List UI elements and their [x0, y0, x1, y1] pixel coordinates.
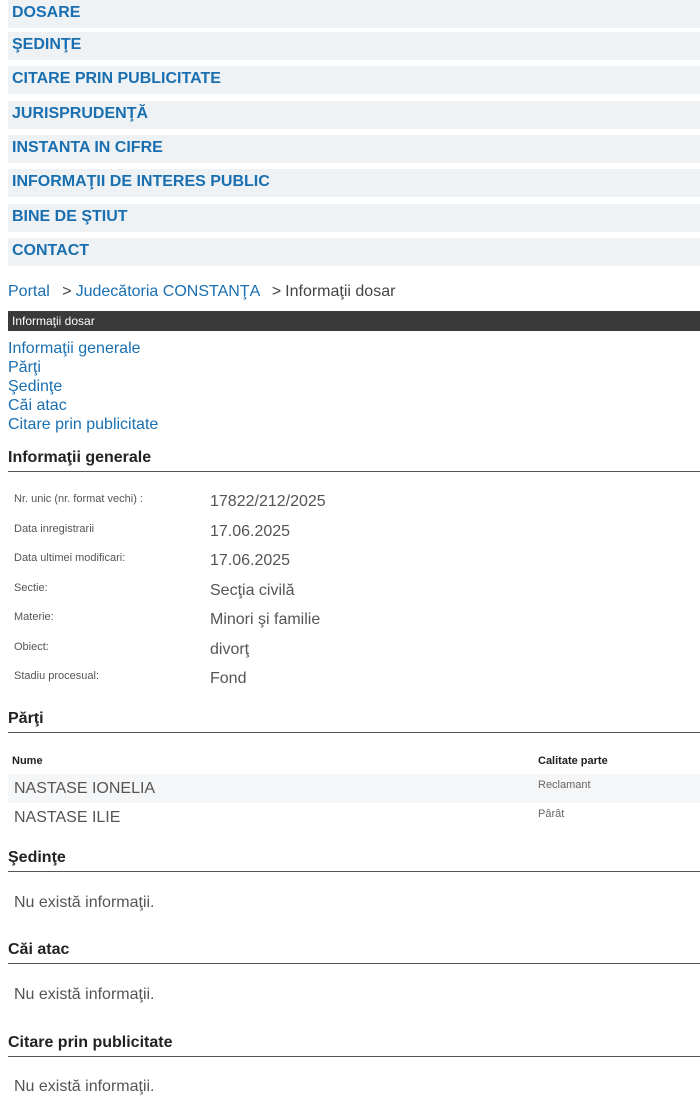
toc-link-cai-atac[interactable]: Căi atac	[8, 396, 158, 415]
nav-link[interactable]: BINE DE ŞTIUT	[12, 208, 128, 226]
breadcrumb-court-link[interactable]: Judecătoria CONSTANŢA	[76, 283, 260, 300]
nav-link[interactable]: CONTACT	[12, 242, 89, 260]
nav-link[interactable]: INFORMAŢII DE INTERES PUBLIC	[12, 173, 270, 191]
nav-link[interactable]: CITARE PRIN PUBLICITATE	[12, 70, 221, 88]
field-label-nr-unic: Nr. unic (nr. format vechi) :	[14, 493, 143, 505]
field-label-data-modificari: Data ultimei modificari:	[14, 552, 126, 564]
empty-message-citare: Nu există informaţii.	[14, 1078, 155, 1095]
empty-message-cai-atac: Nu există informaţii.	[14, 986, 155, 1003]
section-title-informatii-generale: Informaţii generale	[8, 449, 700, 472]
party-name: NASTASE ILIE	[14, 809, 121, 826]
breadcrumb-separator: >	[62, 283, 72, 300]
field-label-obiect: Obiect:	[14, 641, 49, 653]
breadcrumb-current: Informaţii dosar	[285, 283, 396, 300]
nav-link[interactable]: JURISPRUDENŢĂ	[12, 105, 148, 123]
field-value-data-inregistrarii: 17.06.2025	[210, 523, 291, 540]
field-label-materie: Materie:	[14, 611, 54, 623]
field-value-obiect: divorţ	[210, 641, 250, 658]
nav-item-jurisprudenta[interactable]: JURISPRUDENŢĂ	[8, 101, 700, 129]
field-value-stadiu-procesual: Fond	[210, 670, 247, 687]
nav-link[interactable]: DOSARE	[12, 4, 80, 22]
section-title-citare: Citare prin publicitate	[8, 1034, 700, 1057]
party-role: Reclamant	[538, 779, 591, 791]
field-label-data-inregistrarii: Data inregistrarii	[14, 523, 95, 535]
breadcrumb: Portal > Judecătoria CONSTANŢA > Informaţi…	[8, 283, 395, 301]
party-role: Pârât	[538, 808, 565, 820]
page-title: Informaţii dosar	[12, 314, 95, 328]
field-value-nr-unic: 17822/212/2025	[210, 493, 326, 510]
field-value-materie: Minori şi familie	[210, 611, 321, 628]
column-header-nume: Nume	[12, 755, 43, 767]
section-title-cai-atac: Căi atac	[8, 941, 700, 964]
toc-link-citare[interactable]: Citare prin publicitate	[8, 415, 158, 434]
breadcrumb-portal-link[interactable]: Portal	[8, 283, 50, 300]
nav-item-citare-prin-publicitate[interactable]: CITARE PRIN PUBLICITATE	[8, 66, 700, 94]
nav-item-contact[interactable]: CONTACT	[8, 238, 700, 266]
empty-message-sedinte: Nu există informaţii.	[14, 894, 155, 911]
nav-item-sedinte[interactable]: ŞEDINŢE	[8, 32, 700, 60]
field-label-sectie: Sectie:	[14, 582, 48, 594]
party-name: NASTASE IONELIA	[14, 780, 156, 797]
field-value-sectie: Secţia civilă	[210, 582, 295, 599]
section-title-parti: Părţi	[8, 710, 700, 733]
page-header-bar: Informaţii dosar	[8, 311, 700, 331]
nav-link[interactable]: INSTANTA IN CIFRE	[12, 139, 163, 157]
toc-link-informatii-generale[interactable]: Informaţii generale	[8, 339, 158, 358]
toc-link-parti[interactable]: Părţi	[8, 358, 158, 377]
table-row: NASTASE IONELIA Reclamant	[8, 774, 700, 803]
field-label-stadiu-procesual: Stadiu procesual:	[14, 670, 99, 682]
nav-item-bine-de-stiut[interactable]: BINE DE ŞTIUT	[8, 204, 700, 232]
section-title-sedinte: Şedinţe	[8, 849, 700, 872]
section-nav: Informaţii generale Părţi Şedinţe Căi at…	[8, 339, 158, 434]
table-row: NASTASE ILIE Pârât	[8, 803, 700, 832]
nav-item-dosare[interactable]: DOSARE	[8, 0, 700, 28]
breadcrumb-separator: >	[271, 283, 282, 300]
field-value-data-modificari: 17.06.2025	[210, 552, 291, 569]
toc-link-sedinte[interactable]: Şedinţe	[8, 377, 158, 396]
column-header-calitate-parte: Calitate parte	[538, 755, 608, 767]
nav-item-instanta-in-cifre[interactable]: INSTANTA IN CIFRE	[8, 135, 700, 163]
nav-link[interactable]: ŞEDINŢE	[12, 36, 81, 54]
nav-item-informatii-interes-public[interactable]: INFORMAŢII DE INTERES PUBLIC	[8, 169, 700, 197]
